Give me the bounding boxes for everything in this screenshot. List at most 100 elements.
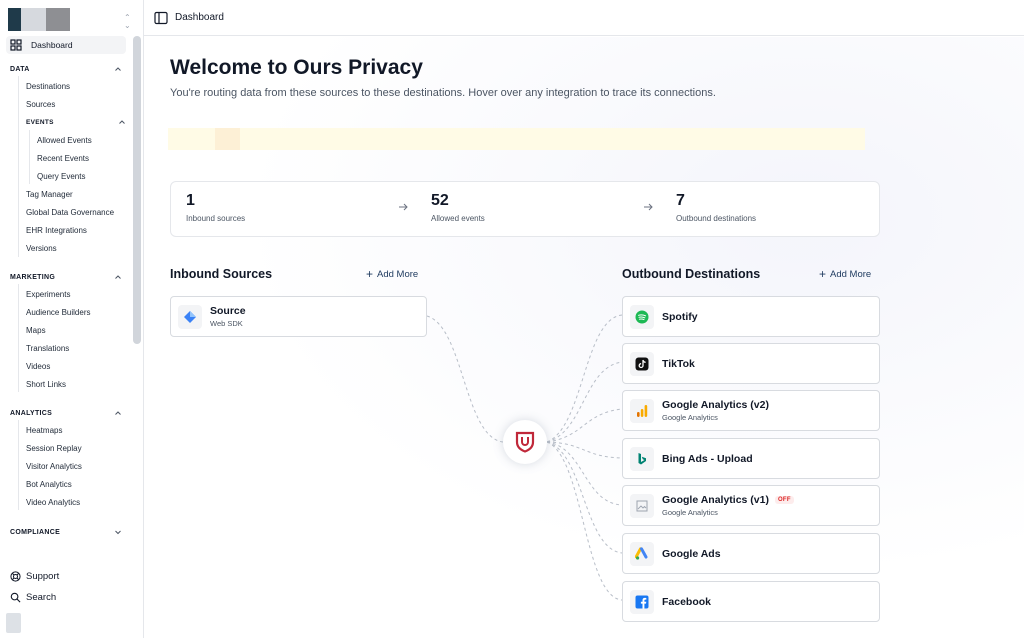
destination-type: Google Analytics — [662, 508, 718, 517]
section-header-events[interactable]: EVENTS — [26, 116, 126, 128]
sidebar-item-translations[interactable]: Translations — [26, 344, 69, 353]
source-name: Source — [210, 305, 246, 317]
chevron-up-icon — [119, 120, 125, 124]
breadcrumb: Dashboard — [175, 12, 224, 23]
chevron-up-icon — [115, 275, 121, 279]
chevron-up-down-icon[interactable]: ⌃ ⌄ — [124, 14, 131, 30]
destination-name: Spotify — [662, 310, 698, 323]
plus-icon: + — [819, 267, 827, 281]
stats-bar: 1 Inbound sources 52 Allowed events 7 Ou… — [170, 181, 880, 237]
destination-name: Facebook — [662, 595, 712, 608]
sidebar-item-videos[interactable]: Videos — [26, 362, 50, 371]
outbound-destinations-title: Outbound Destinations — [622, 267, 761, 281]
plus-icon: + — [366, 267, 374, 281]
destination-card[interactable]: Facebook — [622, 581, 880, 622]
tree-line — [18, 420, 19, 510]
google-ads-icon — [630, 541, 654, 566]
destination-name: Bing Ads - Upload — [662, 452, 753, 465]
search-icon — [10, 592, 21, 603]
stat-value: 1 — [186, 192, 195, 209]
destination-name: Google Ads — [662, 547, 721, 560]
sidebar-scrollbar[interactable] — [133, 36, 141, 344]
avatar[interactable] — [6, 613, 21, 633]
destination-type: Google Analytics — [662, 413, 718, 422]
diamond-icon — [178, 304, 202, 329]
sidebar-item-ehr-integrations[interactable]: EHR Integrations — [26, 226, 87, 235]
search-button[interactable]: Search — [10, 592, 56, 603]
arrow-right-icon — [399, 203, 408, 211]
stat-value: 52 — [431, 192, 449, 209]
ours-privacy-hub[interactable] — [503, 420, 547, 464]
add-source-button[interactable]: + Add More — [366, 268, 418, 280]
sidebar-item-visitor-analytics[interactable]: Visitor Analytics — [26, 462, 82, 471]
sidebar-item-recent-events[interactable]: Recent Events — [37, 154, 89, 163]
top-bar: Dashboard — [144, 0, 1024, 36]
chevron-down-icon — [115, 530, 121, 535]
destination-name: Google Analytics (v1) — [662, 494, 769, 506]
chevron-up-icon — [115, 411, 121, 415]
sidebar-item-label: Dashboard — [31, 40, 73, 50]
destination-card[interactable]: TikTok — [622, 343, 880, 384]
sidebar-item-video-analytics[interactable]: Video Analytics — [26, 498, 80, 507]
stat-label: Inbound sources — [186, 214, 246, 223]
stat-label: Allowed events — [431, 214, 485, 223]
sidebar-item-sources[interactable]: Sources — [26, 100, 55, 109]
destination-card[interactable]: Google Analytics (v2) Google Analytics — [622, 390, 880, 431]
sidebar-toggle-icon[interactable] — [154, 11, 168, 25]
destination-card[interactable]: Google Ads — [622, 533, 880, 574]
sidebar-item-heatmaps[interactable]: Heatmaps — [26, 426, 62, 435]
workspace-logo — [46, 8, 70, 31]
facebook-icon — [630, 589, 654, 614]
stat-label: Outbound destinations — [676, 214, 757, 223]
destination-card[interactable]: Bing Ads - Upload — [622, 438, 880, 479]
source-type: Web SDK — [210, 319, 243, 328]
section-header-data[interactable]: DATA — [10, 63, 122, 75]
sidebar-item-session-replay[interactable]: Session Replay — [26, 444, 82, 453]
notice-banner — [168, 128, 865, 150]
workspace-logo — [8, 8, 21, 31]
support-button[interactable]: Support — [10, 571, 59, 582]
destination-card[interactable]: Google Analytics (v1) OFF Google Analyti… — [622, 485, 880, 526]
sidebar-item-experiments[interactable]: Experiments — [26, 290, 70, 299]
sidebar-item-destinations[interactable]: Destinations — [26, 82, 70, 91]
google-analytics-icon — [630, 398, 654, 423]
sidebar-item-global-data-governance[interactable]: Global Data Governance — [26, 208, 114, 217]
sidebar-item-maps[interactable]: Maps — [26, 326, 46, 335]
destination-name: TikTok — [662, 357, 695, 370]
stat-value: 7 — [676, 192, 685, 209]
section-header-marketing[interactable]: MARKETING — [10, 271, 122, 283]
ours-privacy-logo-icon — [515, 431, 535, 453]
sidebar-item-audience-builders[interactable]: Audience Builders — [26, 308, 90, 317]
tiktok-icon — [630, 351, 654, 376]
section-header-analytics[interactable]: ANALYTICS — [10, 407, 122, 419]
page-title: Welcome to Ours Privacy — [170, 56, 423, 79]
stat-outbound-destinations: 7 Outbound destinations — [676, 192, 756, 223]
arrow-right-icon — [644, 203, 653, 211]
sidebar-item-tag-manager[interactable]: Tag Manager — [26, 190, 73, 199]
sidebar-item-query-events[interactable]: Query Events — [37, 172, 85, 181]
sidebar-item-versions[interactable]: Versions — [26, 244, 57, 253]
stat-allowed-events: 52 Allowed events — [431, 192, 485, 223]
page-subtitle: You're routing data from these sources t… — [170, 87, 716, 99]
banner-segment — [215, 128, 240, 150]
sidebar-item-allowed-events[interactable]: Allowed Events — [37, 136, 92, 145]
bing-icon — [630, 446, 654, 471]
add-destination-button[interactable]: + Add More — [819, 268, 871, 280]
sidebar-item-short-links[interactable]: Short Links — [26, 380, 66, 389]
sidebar: ⌃ ⌄ Dashboard DATA Destinations Sources E… — [0, 0, 144, 638]
status-badge: OFF — [774, 496, 794, 504]
section-header-compliance[interactable]: COMPLIANCE — [10, 526, 122, 538]
workspace-switcher[interactable] — [8, 8, 128, 32]
sidebar-item-bot-analytics[interactable]: Bot Analytics — [26, 480, 72, 489]
tree-line — [18, 76, 19, 257]
inbound-sources-title: Inbound Sources — [170, 267, 273, 281]
destination-name: Google Analytics (v2) — [662, 399, 769, 411]
source-card[interactable]: Source Web SDK — [170, 296, 427, 337]
workspace-logo — [21, 8, 46, 31]
sidebar-item-dashboard[interactable]: Dashboard — [6, 36, 126, 54]
tree-line — [18, 284, 19, 392]
destination-card[interactable]: Spotify — [622, 296, 880, 337]
tree-line — [29, 130, 30, 184]
main-content: Welcome to Ours Privacy You're routing d… — [144, 37, 1024, 638]
grid-icon — [10, 39, 22, 51]
